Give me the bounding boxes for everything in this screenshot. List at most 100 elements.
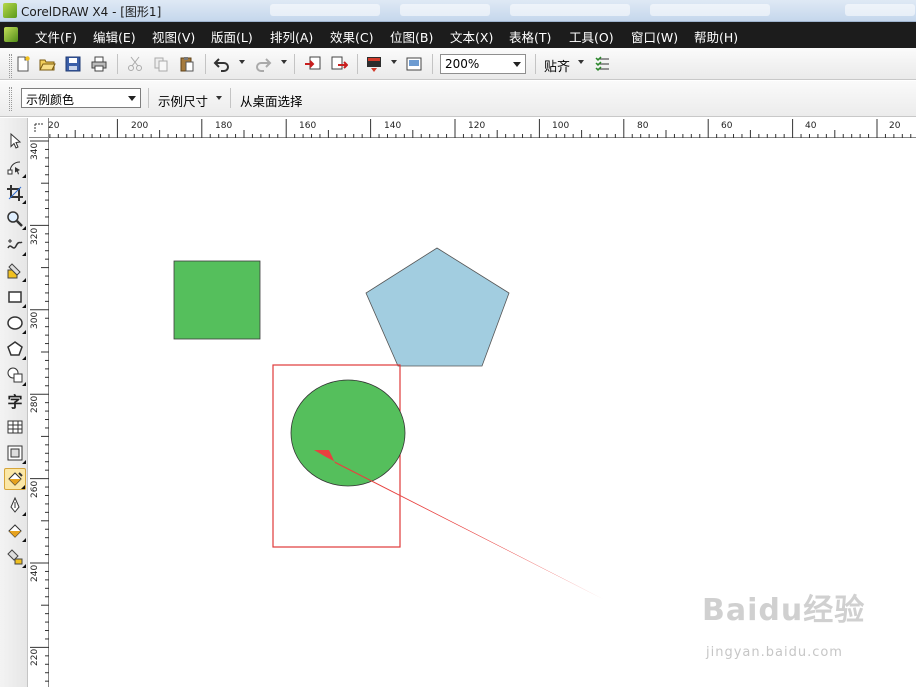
eyedropper-tool-icon[interactable] bbox=[4, 468, 26, 490]
freehand-tool-icon[interactable] bbox=[4, 234, 26, 256]
menu-help[interactable]: 帮助(H) bbox=[694, 27, 738, 46]
welcome-screen-icon[interactable] bbox=[403, 53, 425, 75]
select-from-desktop-button[interactable]: 从桌面选择 bbox=[240, 91, 303, 110]
menu-layout[interactable]: 版面(L) bbox=[211, 27, 253, 46]
ruler-label: 160 bbox=[299, 121, 317, 131]
ruler-label: 40 bbox=[805, 121, 817, 131]
ruler-label: 340 bbox=[30, 142, 40, 160]
rectangle-tool-icon[interactable] bbox=[4, 286, 26, 308]
menu-view[interactable]: 视图(V) bbox=[152, 27, 195, 46]
toolbar-separator bbox=[432, 54, 433, 74]
interactive-tool-icon[interactable] bbox=[4, 442, 26, 464]
green-circle-shape[interactable] bbox=[290, 379, 406, 487]
ruler-label: 120 bbox=[468, 121, 486, 131]
menu-edit[interactable]: 编辑(E) bbox=[93, 27, 136, 46]
application-launcher-icon[interactable] bbox=[363, 53, 385, 75]
print-icon[interactable] bbox=[88, 53, 110, 75]
snap-dropdown-arrow[interactable] bbox=[578, 60, 584, 64]
ruler-label: 20 bbox=[48, 121, 60, 131]
interactive-fill-tool-icon[interactable] bbox=[4, 546, 26, 568]
save-icon[interactable] bbox=[62, 53, 84, 75]
toolbar-separator bbox=[205, 54, 206, 74]
zoom-level-combobox[interactable]: 200% bbox=[440, 54, 526, 74]
ruler-label: 100 bbox=[552, 121, 570, 131]
outline-tool-icon[interactable] bbox=[4, 494, 26, 516]
blue-pentagon-shape[interactable] bbox=[365, 247, 510, 367]
toolbar-separator bbox=[294, 54, 295, 74]
sample-color-dropdown[interactable]: 示例颜色 bbox=[21, 88, 141, 108]
chevron-down-icon[interactable] bbox=[128, 96, 136, 101]
zoom-tool-icon[interactable] bbox=[4, 208, 26, 230]
launcher-dropdown-arrow[interactable] bbox=[391, 60, 397, 64]
menu-bar: 文件(F) 编辑(E) 视图(V) 版面(L) 排列(A) 效果(C) 位图(B… bbox=[0, 22, 916, 48]
menu-effects[interactable]: 效果(C) bbox=[330, 27, 373, 46]
paste-icon[interactable] bbox=[176, 53, 198, 75]
property-bar-grip[interactable] bbox=[9, 87, 12, 111]
ruler-label: 140 bbox=[384, 121, 402, 131]
copy-icon[interactable] bbox=[150, 53, 172, 75]
export-icon[interactable] bbox=[328, 53, 350, 75]
ruler-label: 200 bbox=[131, 121, 149, 131]
toolbar-separator bbox=[535, 54, 536, 74]
basic-shapes-tool-icon[interactable] bbox=[4, 364, 26, 386]
ruler-label: 80 bbox=[637, 121, 649, 131]
chevron-down-icon[interactable] bbox=[513, 62, 521, 67]
undo-dropdown-arrow[interactable] bbox=[239, 60, 245, 64]
table-tool-icon[interactable] bbox=[4, 416, 26, 438]
fill-tool-icon[interactable] bbox=[4, 520, 26, 542]
ruler-label: 280 bbox=[30, 395, 40, 413]
pick-tool-icon[interactable] bbox=[4, 130, 26, 152]
redo-icon[interactable] bbox=[252, 53, 274, 75]
sample-size-button[interactable]: 示例尺寸 bbox=[158, 91, 208, 110]
toolbox: 字 bbox=[0, 118, 28, 687]
polygon-tool-icon[interactable] bbox=[4, 338, 26, 360]
open-icon[interactable] bbox=[36, 53, 58, 75]
redo-dropdown-arrow[interactable] bbox=[281, 60, 287, 64]
ruler-label: 320 bbox=[30, 227, 40, 245]
background-tab-blur bbox=[650, 4, 770, 16]
ruler-label: 260 bbox=[30, 480, 40, 498]
green-square-shape[interactable] bbox=[173, 260, 261, 340]
zoom-level-value: 200% bbox=[445, 57, 480, 71]
menu-tools[interactable]: 工具(O) bbox=[569, 27, 614, 46]
options-icon[interactable] bbox=[592, 53, 614, 75]
undo-icon[interactable] bbox=[211, 53, 233, 75]
document-icon[interactable] bbox=[4, 27, 18, 42]
title-bar: CorelDRAW X4 - [图形1] bbox=[0, 0, 916, 22]
menu-text[interactable]: 文本(X) bbox=[450, 27, 493, 46]
property-separator bbox=[230, 88, 231, 108]
background-tab-blur bbox=[510, 4, 630, 16]
ruler-origin-corner[interactable] bbox=[29, 118, 49, 138]
crop-tool-icon[interactable] bbox=[4, 182, 26, 204]
sample-size-dropdown-arrow[interactable] bbox=[216, 96, 222, 100]
window-title: CorelDRAW X4 - [图形1] bbox=[21, 5, 162, 19]
smart-fill-tool-icon[interactable] bbox=[4, 260, 26, 282]
baidu-jingyan-url-watermark: jingyan.baidu.com bbox=[706, 645, 843, 660]
text-tool-icon[interactable]: 字 bbox=[4, 390, 26, 412]
import-icon[interactable] bbox=[302, 53, 324, 75]
ruler-label: 300 bbox=[30, 311, 40, 329]
background-tab-blur bbox=[270, 4, 380, 16]
snap-to-button[interactable]: 贴齐 bbox=[544, 56, 570, 75]
menu-bitmaps[interactable]: 位图(B) bbox=[390, 27, 433, 46]
sample-color-value: 示例颜色 bbox=[26, 93, 75, 107]
menu-file[interactable]: 文件(F) bbox=[35, 27, 77, 46]
baidu-jingyan-watermark: Baidu经验 bbox=[702, 593, 866, 628]
ruler-label: 220 bbox=[30, 648, 40, 666]
background-tab-blur bbox=[400, 4, 490, 16]
toolbar-separator bbox=[117, 54, 118, 74]
ruler-label: 60 bbox=[721, 121, 733, 131]
shape-tool-icon[interactable] bbox=[4, 156, 26, 178]
new-icon[interactable] bbox=[12, 53, 34, 75]
menu-window[interactable]: 窗口(W) bbox=[631, 27, 678, 46]
ellipse-tool-icon[interactable] bbox=[4, 312, 26, 334]
ruler-label: 20 bbox=[889, 121, 901, 131]
toolbar-separator bbox=[357, 54, 358, 74]
text-tool-glyph: 字 bbox=[7, 392, 23, 411]
ruler-label: 240 bbox=[30, 564, 40, 582]
menu-table[interactable]: 表格(T) bbox=[509, 27, 551, 46]
cut-icon[interactable] bbox=[124, 53, 146, 75]
menu-arrange[interactable]: 排列(A) bbox=[270, 27, 313, 46]
ruler-label: 180 bbox=[215, 121, 233, 131]
coreldraw-app-icon bbox=[3, 3, 17, 18]
